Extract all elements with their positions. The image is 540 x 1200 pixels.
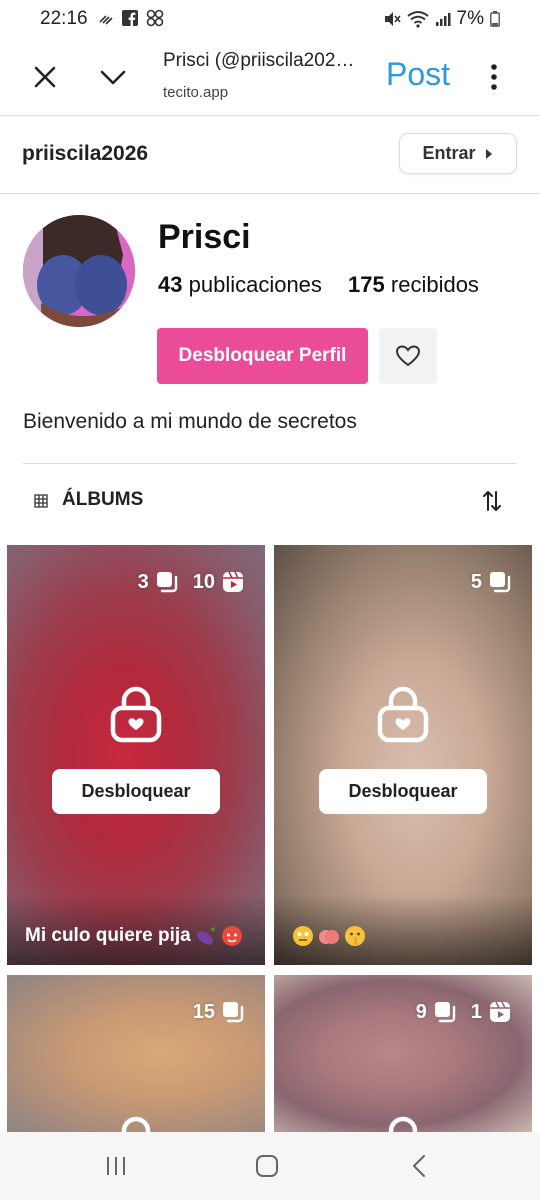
video-count-value: 1 xyxy=(470,1000,482,1023)
received-count: 175 xyxy=(348,272,385,297)
battery-icon xyxy=(490,11,500,27)
avatar-image xyxy=(23,215,135,327)
more-options-button[interactable] xyxy=(482,60,506,94)
sort-button[interactable] xyxy=(482,490,502,517)
album-caption xyxy=(292,925,366,947)
video-count: 10 xyxy=(193,570,245,594)
shushing-emoji-icon xyxy=(345,926,365,946)
caret-right-icon xyxy=(485,148,492,159)
photo-count: 9 xyxy=(416,1000,457,1024)
page-info[interactable]: Prisci (@priiscila2026) - tecito tecito.… xyxy=(163,50,363,101)
album-counts: 15 xyxy=(193,1000,245,1024)
album-card[interactable]: 3 10 Desbloquear Mi culo quiere pija xyxy=(7,545,265,965)
album-card[interactable]: 9 1 xyxy=(274,975,532,1132)
video-count-value: 10 xyxy=(192,570,215,593)
sort-icon xyxy=(483,491,501,511)
album-caption: Mi culo quiere pija xyxy=(25,925,243,947)
photo-count-value: 15 xyxy=(192,1000,215,1023)
albums-label: ÁLBUMS xyxy=(62,489,144,510)
status-system-icons: 7% xyxy=(383,8,500,30)
photos-icon xyxy=(223,1002,244,1023)
back-icon[interactable] xyxy=(408,1154,432,1178)
page-domain: tecito.app xyxy=(163,84,229,101)
photo-count-value: 9 xyxy=(415,1000,427,1023)
notification-icon xyxy=(99,15,113,25)
profile-bio: Bienvenido a mi mundo de secretos xyxy=(23,410,357,433)
album-counts: 3 10 xyxy=(138,570,245,594)
posts-label: publicaciones xyxy=(188,272,322,297)
status-time: 22:16 xyxy=(40,8,88,29)
recent-apps-icon[interactable] xyxy=(104,1154,128,1178)
album-unlock-button[interactable]: Desbloquear xyxy=(319,769,487,814)
photos-icon xyxy=(490,572,511,593)
mute-icon xyxy=(384,12,401,26)
avatar[interactable] xyxy=(23,215,135,327)
album-thumbnail xyxy=(274,975,532,1132)
signal-icon xyxy=(435,13,451,26)
battery-percent: 7% xyxy=(456,8,484,29)
page-title: Prisci (@priiscila2026) - tecito xyxy=(163,50,359,71)
lock-heart-icon xyxy=(121,1116,151,1132)
status-notification-icons xyxy=(98,9,164,27)
photo-count: 15 xyxy=(193,1000,245,1024)
peach-emoji-icon xyxy=(319,930,339,944)
album-card[interactable]: 5 Desbloquear xyxy=(274,545,532,965)
facebook-icon xyxy=(122,10,138,26)
albums-header: ÁLBUMS xyxy=(0,478,540,522)
heart-icon xyxy=(395,345,421,367)
profile-name: Prisci xyxy=(158,218,251,256)
divider xyxy=(23,463,517,464)
post-button[interactable]: Post xyxy=(386,56,450,93)
video-count: 1 xyxy=(471,1000,512,1024)
album-card[interactable]: 15 xyxy=(7,975,265,1132)
lock-heart-icon xyxy=(110,686,162,743)
like-button[interactable] xyxy=(379,328,437,384)
caption-text: Mi culo quiere pija xyxy=(25,925,191,946)
login-button[interactable]: Entrar xyxy=(399,133,517,174)
album-thumbnail xyxy=(7,975,265,1132)
video-icon xyxy=(223,571,243,592)
home-icon[interactable] xyxy=(255,1154,279,1178)
profile-stats: 43 publicaciones 175 recibidos xyxy=(158,272,479,298)
photos-icon xyxy=(156,572,177,593)
system-navigation-bar xyxy=(0,1132,540,1200)
received-label: recibidos xyxy=(390,272,479,297)
expand-button[interactable] xyxy=(96,60,130,94)
eggplant-emoji-icon xyxy=(196,927,215,945)
posts-count: 43 xyxy=(158,272,183,297)
photo-count-value: 5 xyxy=(470,570,482,593)
hot-face-emoji-icon xyxy=(221,926,242,946)
album-counts: 9 1 xyxy=(416,1000,512,1024)
login-label: Entrar xyxy=(422,143,476,163)
app-icon xyxy=(146,9,164,27)
browser-toolbar: Prisci (@priiscila2026) - tecito tecito.… xyxy=(0,38,540,116)
status-bar: 22:16 7% xyxy=(0,0,540,38)
lock-heart-icon xyxy=(377,686,429,743)
header-username: priiscila2026 xyxy=(22,142,149,165)
photos-icon xyxy=(434,1002,456,1023)
lock-heart-icon xyxy=(388,1116,418,1132)
grid-icon xyxy=(34,494,48,508)
close-icon xyxy=(34,66,56,88)
photo-count: 3 xyxy=(138,570,179,594)
eye-roll-emoji-icon xyxy=(293,926,313,946)
chevron-down-icon xyxy=(100,70,126,85)
photo-count-value: 3 xyxy=(137,570,149,593)
site-header: priiscila2026 Entrar xyxy=(0,116,540,194)
photo-count: 5 xyxy=(471,570,512,594)
close-button[interactable] xyxy=(28,60,62,94)
album-counts: 5 xyxy=(471,570,512,594)
kebab-menu-icon xyxy=(491,64,497,90)
album-unlock-button[interactable]: Desbloquear xyxy=(52,769,220,814)
video-icon xyxy=(490,1001,510,1022)
unlock-profile-button[interactable]: Desbloquear Perfil xyxy=(157,328,368,384)
wifi-icon xyxy=(406,11,429,28)
